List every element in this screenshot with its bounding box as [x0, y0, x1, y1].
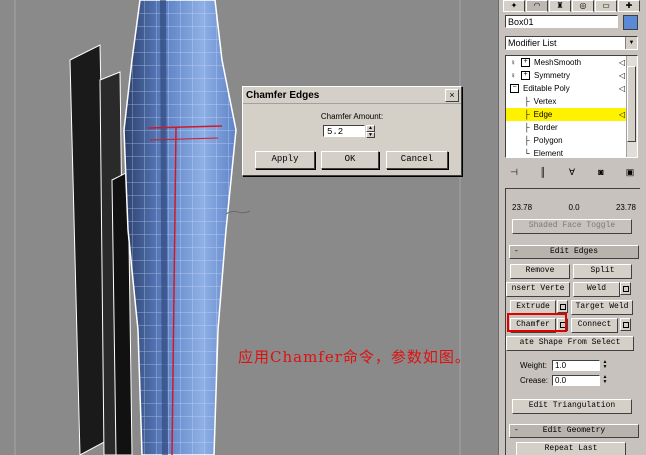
stack-item-label: Border [533, 123, 558, 132]
modifier-list-dropdown[interactable]: Modifier List ▼ [505, 36, 638, 50]
stack-item-vertex[interactable]: ├ Vertex [506, 95, 637, 108]
weight-label: Weight: [520, 361, 547, 370]
cancel-button[interactable]: Cancel [386, 151, 448, 169]
close-icon[interactable]: × [445, 88, 459, 102]
crease-label: Crease: [520, 376, 549, 385]
stack-item-label: MeshSmooth [534, 58, 582, 67]
expand-icon[interactable]: + [521, 71, 530, 80]
object-color-swatch[interactable] [623, 15, 638, 30]
tree-line-icon: ├ [524, 136, 530, 145]
bulb-icon[interactable]: ♀ [509, 56, 517, 69]
edit-edges-rollout-header[interactable]: - Edit Edges [509, 245, 639, 259]
stack-item-label: Polygon [533, 136, 563, 145]
dialog-title: Chamfer Edges [246, 89, 320, 101]
modify-tab-icon[interactable]: ◠ [526, 0, 548, 12]
stack-scrollbar[interactable] [626, 56, 637, 157]
value-3: 23.78 [615, 203, 636, 212]
chamfer-amount-spinner[interactable]: 5.2 ▲ ▼ [323, 125, 379, 138]
pin-icon: ◁ [618, 71, 625, 80]
crease-input[interactable]: 0.0 [552, 375, 600, 386]
create-shape-button[interactable]: ate Shape From Select [506, 336, 634, 351]
extrude-settings-icon[interactable] [557, 300, 568, 313]
utilities-tab-icon[interactable]: ✚ [618, 0, 640, 12]
stack-item-label: Vertex [533, 97, 557, 106]
stack-item-meshsmooth[interactable]: ♀ + MeshSmooth ◁ [506, 56, 637, 69]
insert-vertex-button[interactable]: nsert Verte [506, 282, 570, 297]
connect-button[interactable]: Connect [571, 318, 618, 333]
stack-item-label: Editable Poly [523, 84, 570, 93]
stack-item-label: Symmetry [534, 71, 570, 80]
chevron-down-icon[interactable]: ▼ [625, 37, 637, 49]
modifier-stack[interactable]: ♀ + MeshSmooth ◁ ♀ + Symmetry ◁ − Editab… [505, 55, 638, 158]
value-2: 0.0 [568, 203, 580, 212]
command-panel: ✦ ◠ ♜ ◎ ▭ ✚ Box01 Modifier List ▼ ♀ + Me… [498, 0, 646, 455]
create-tab-icon[interactable]: ✦ [503, 0, 525, 12]
edit-triangulation-button[interactable]: Edit Triangulation [512, 399, 632, 414]
make-unique-icon[interactable]: ∀ [563, 167, 581, 178]
motion-tab-icon[interactable]: ◎ [572, 0, 594, 12]
annotation-text: 应用Chamfer命令，参数如图。 [238, 348, 471, 366]
viewport-perspective[interactable]: 应用Chamfer命令，参数如图。 [0, 0, 498, 455]
split-button[interactable]: Split [573, 264, 632, 279]
stack-item-element[interactable]: └ Element [506, 147, 637, 158]
weight-input[interactable]: 1.0 [552, 360, 600, 371]
configure-sets-icon[interactable]: ▣ [621, 167, 639, 178]
bulb-icon[interactable]: ♀ [509, 69, 517, 82]
pin-stack-icon[interactable]: ⊣ [505, 167, 523, 178]
pin-icon: ◁ [618, 84, 625, 93]
spinner-arrows[interactable]: ▲ ▼ [366, 125, 375, 138]
dialog-titlebar: Chamfer Edges × [243, 87, 461, 104]
hierarchy-tab-icon[interactable]: ♜ [549, 0, 571, 12]
stack-item-symmetry[interactable]: ♀ + Symmetry ◁ [506, 69, 637, 82]
chamfer-edges-dialog: Chamfer Edges × Chamfer Amount: 5.2 ▲ ▼ … [242, 86, 462, 176]
object-name-field[interactable]: Box01 [505, 15, 618, 28]
stack-item-label: Edge [533, 110, 553, 119]
shaded-face-toggle-button[interactable]: Shaded Face Toggle [512, 219, 632, 234]
chamfer-highlight-box [507, 313, 567, 332]
weld-settings-icon[interactable] [620, 282, 631, 295]
scrollbar-thumb[interactable] [627, 66, 636, 142]
edit-geometry-rollout-header[interactable]: - Edit Geometry [509, 424, 639, 438]
expand-icon[interactable]: + [521, 58, 530, 67]
spin-down-icon[interactable]: ▼ [366, 131, 375, 138]
rollout-title: Edit Edges [549, 247, 598, 256]
modifier-list-label: Modifier List [508, 38, 557, 48]
stack-item-border[interactable]: ├ Border [506, 121, 637, 134]
ok-button[interactable]: OK [321, 151, 379, 169]
tree-line-icon: ├ [524, 110, 530, 119]
weight-spinner-icon[interactable]: ▲ ▼ [602, 360, 608, 371]
pin-icon: ◁ [618, 110, 625, 119]
value-1: 23.78 [512, 203, 533, 212]
remove-modifier-icon[interactable]: ◙ [592, 167, 610, 177]
remove-button[interactable]: Remove [510, 264, 570, 279]
rollout-title: Edit Geometry [542, 426, 606, 435]
selection-values: 23.78 0.0 23.78 [512, 203, 636, 212]
stack-tools: ⊣ ║ ∀ ◙ ▣ [505, 164, 639, 180]
target-weld-button[interactable]: Target Weld [571, 300, 633, 315]
stack-item-edge[interactable]: ├ Edge ◁ [506, 108, 637, 121]
connect-settings-icon[interactable] [620, 318, 631, 331]
mesh-render [14, 0, 461, 455]
collapse-icon[interactable]: − [510, 84, 519, 93]
tree-line-icon: ├ [524, 123, 530, 132]
repeat-last-button[interactable]: Repeat Last [516, 442, 626, 455]
tree-line-icon: └ [524, 149, 530, 158]
apply-button[interactable]: Apply [255, 151, 315, 169]
stack-item-polygon[interactable]: ├ Polygon [506, 134, 637, 147]
panel-tabs: ✦ ◠ ♜ ◎ ▭ ✚ [499, 0, 646, 12]
crease-spinner-icon[interactable]: ▲ ▼ [602, 375, 608, 386]
display-tab-icon[interactable]: ▭ [595, 0, 617, 12]
stack-item-label: Element [533, 149, 564, 158]
tree-line-icon: ├ [524, 97, 530, 106]
pin-icon: ◁ [618, 58, 625, 67]
chamfer-amount-input[interactable]: 5.2 [323, 125, 365, 137]
weld-button[interactable]: Weld [573, 282, 620, 297]
stack-item-editable-poly[interactable]: − Editable Poly ◁ [506, 82, 637, 95]
show-end-result-icon[interactable]: ║ [534, 167, 552, 177]
chamfer-amount-label: Chamfer Amount: [320, 112, 384, 121]
